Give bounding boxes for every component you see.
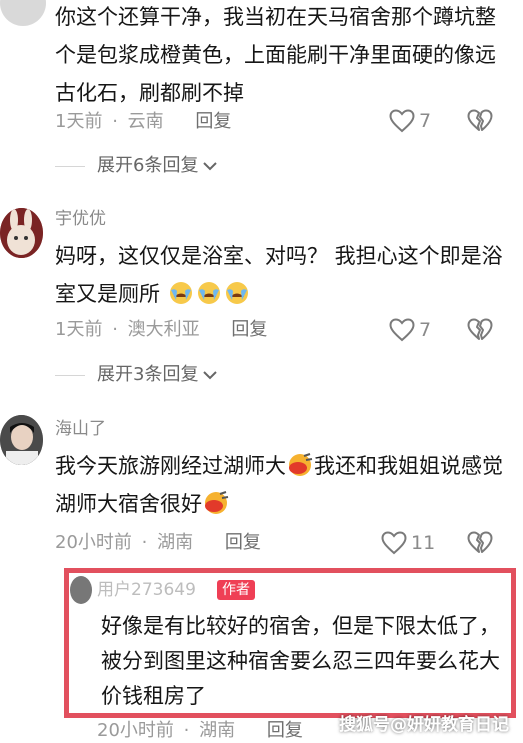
comment-time: 1天前 — [55, 111, 103, 132]
heart-icon[interactable] — [389, 318, 415, 342]
watermark: 搜狐号@妍妍教育日记 — [339, 715, 509, 735]
comment-1-text: 你这个还算干净，我当初在天马宿舍那个蹲坑整个是包浆成橙黄色，上面能刷干净里面硬的… — [55, 5, 496, 105]
reply-button[interactable]: 回复 — [195, 110, 231, 134]
comment-3-avatar[interactable] — [0, 415, 43, 465]
comment-1-meta: 1天前 · 云南 回复 — [55, 110, 231, 134]
dislike-icon[interactable] — [467, 109, 493, 133]
meta-separator: · — [141, 532, 148, 553]
comment-2-username[interactable]: 宇优优 — [55, 208, 106, 230]
comment-3-text: 我今天旅游刚经过湖师大 我还和我姐姐说感觉湖师大宿舍很好 — [55, 447, 505, 523]
reply-button[interactable]: 回复 — [225, 531, 261, 555]
reply-button[interactable]: 回复 — [231, 318, 267, 342]
comment-2-meta: 1天前 · 澳大利亚 回复 — [55, 318, 267, 342]
comment-location: 湖南 — [199, 720, 236, 741]
heart-icon[interactable] — [381, 531, 407, 555]
author-reply-text: 好像是有比较好的宿舍，但是下限太低了，被分到图里这种宿舍要么忍三四年要么花大价钱… — [101, 614, 500, 708]
expand-divider — [55, 375, 85, 376]
comment-3-text-part1: 我今天旅游刚经过湖师大 — [55, 454, 286, 478]
comment-time: 20小时前 — [97, 720, 174, 741]
comment-time: 1天前 — [55, 319, 103, 340]
meta-separator: · — [112, 111, 118, 132]
crying-emoji-icon — [197, 282, 220, 304]
reply-button[interactable]: 回复 — [267, 719, 303, 743]
author-username[interactable]: 用户273649 — [97, 579, 196, 601]
expand-label: 展开6条回复 — [97, 155, 199, 176]
avatar-image — [0, 208, 43, 258]
expand-label: 展开3条回复 — [97, 364, 199, 385]
comment-location: 湖南 — [157, 532, 194, 553]
expand-replies-button[interactable]: 展开6条回复 — [97, 154, 218, 178]
meta-separator: · — [183, 720, 190, 741]
comment-2-text-body: 妈呀，这仅仅是浴室、对吗？ 我担心这个即是浴室又是厕所 — [55, 244, 503, 306]
dislike-icon[interactable] — [467, 531, 493, 555]
comment-3-username[interactable]: 海山了 — [55, 418, 106, 440]
crying-emoji-icon — [169, 282, 192, 304]
chevron-down-icon — [203, 162, 218, 171]
comment-time: 20小时前 — [55, 532, 132, 553]
expand-replies-button[interactable]: 展开3条回复 — [97, 363, 218, 387]
comment-2-avatar[interactable] — [0, 208, 43, 258]
like-count: 7 — [419, 319, 432, 341]
expand-divider — [55, 166, 85, 167]
comment-location: 云南 — [127, 111, 164, 132]
avatar-image — [0, 415, 43, 465]
chevron-down-icon — [203, 371, 218, 380]
comment-3-meta: 20小时前 · 湖南 回复 — [55, 531, 261, 555]
author-badge: 作者 — [217, 580, 255, 600]
laughing-emoji-icon — [289, 453, 313, 476]
like-count: 11 — [411, 532, 436, 554]
heart-icon[interactable] — [389, 109, 415, 133]
crying-emoji-icon — [225, 282, 248, 304]
author-reply-meta: 20小时前 · 湖南 回复 — [97, 719, 303, 743]
dislike-icon[interactable] — [467, 318, 493, 342]
laughing-emoji-icon — [205, 491, 229, 514]
author-avatar[interactable] — [70, 576, 92, 604]
meta-separator: · — [112, 319, 118, 340]
author-reply-highlight: 用户273649 作者 好像是有比较好的宿舍，但是下限太低了，被分到图里这种宿舍… — [64, 568, 516, 718]
comment-location: 澳大利亚 — [127, 319, 200, 340]
comment-2-text: 妈呀，这仅仅是浴室、对吗？ 我担心这个即是浴室又是厕所 — [55, 237, 505, 313]
like-count: 7 — [419, 110, 432, 132]
comment-1-avatar[interactable] — [0, 0, 46, 26]
